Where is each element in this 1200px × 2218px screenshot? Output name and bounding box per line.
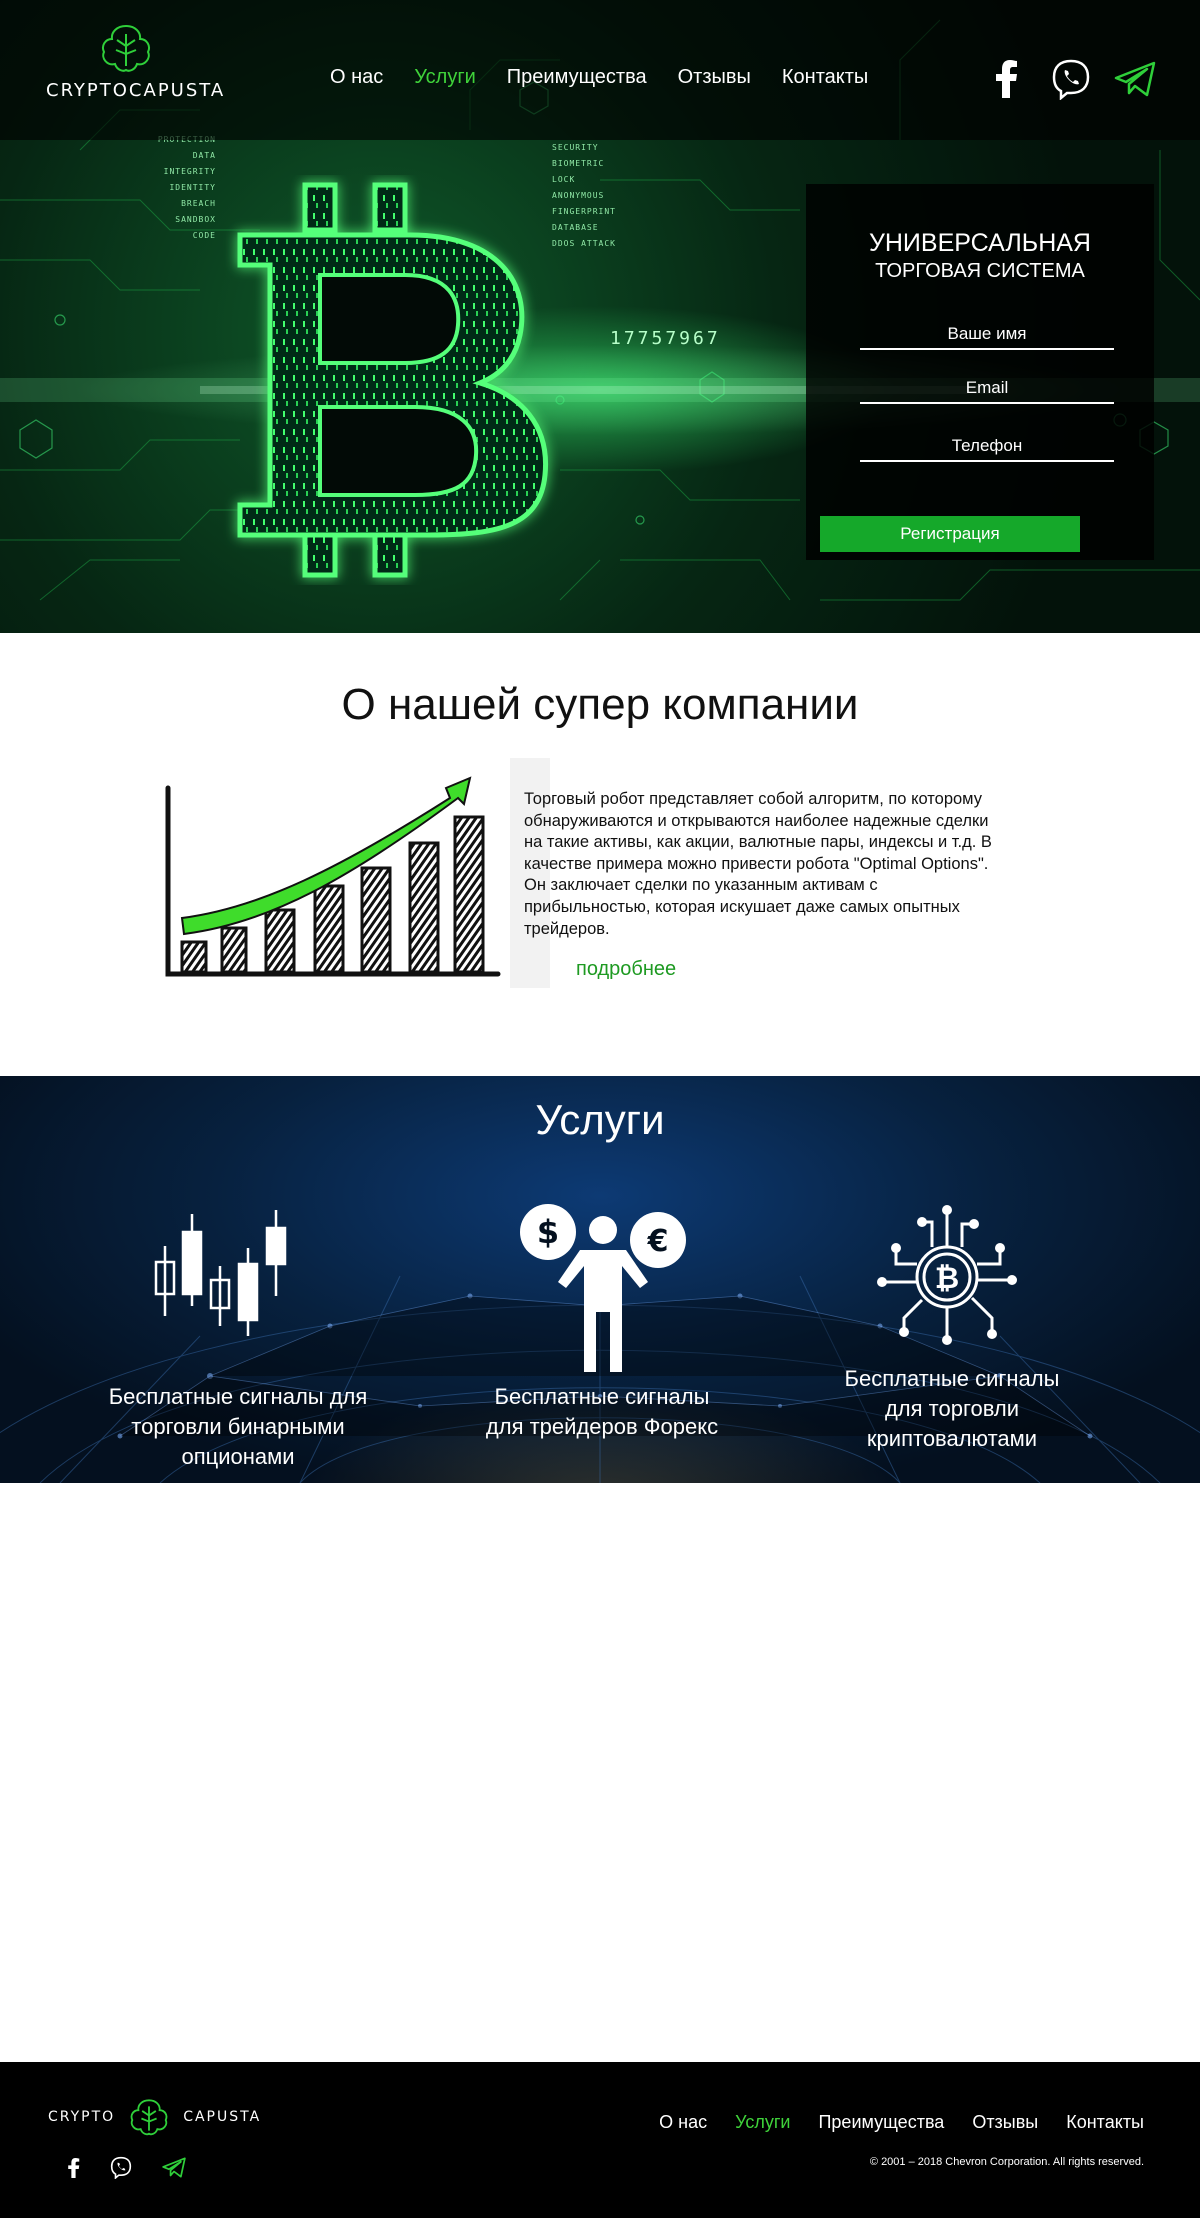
footer-logo[interactable]: CRYPTO CAPUSTA <box>48 2096 261 2138</box>
telegram-icon[interactable] <box>1114 58 1156 100</box>
service-text-line: криптовалютами <box>866 1426 1038 1451</box>
nav-item-advantages[interactable]: Преимущества <box>507 66 647 89</box>
footer-logo-text-left: CRYPTO <box>48 2109 116 2125</box>
hero-tag: DATA INTEGRITY <box>163 151 216 176</box>
logo-text: CRYPTOCAPUSTA <box>46 80 226 101</box>
viber-icon[interactable] <box>110 2156 132 2179</box>
footer-nav-item-services[interactable]: Услуги <box>735 2112 790 2133</box>
hero-tag: BIOMETRIC <box>552 159 605 168</box>
hero-tags-left: PROTECTION DATA INTEGRITY IDENTITY BREAC… <box>150 132 216 244</box>
nav-item-about[interactable]: О нас <box>330 66 383 89</box>
phone-input[interactable] <box>860 432 1114 462</box>
nav-item-services[interactable]: Услуги <box>414 66 476 89</box>
social-links <box>986 58 1156 100</box>
hero-section: PROTECTION DATA INTEGRITY IDENTITY BREAC… <box>0 0 1200 633</box>
cabbage-logo-icon <box>130 2099 168 2136</box>
footer-logo-text-right: CAPUSTA <box>183 2109 262 2125</box>
registration-subtitle: ТОРГОВАЯ СИСТЕМА <box>875 260 1085 282</box>
hero-tag: SANDBOX <box>175 215 216 224</box>
bitcoin-circuit-icon: ₿ <box>877 1205 1017 1345</box>
candlestick-chart-icon <box>154 1210 287 1336</box>
logo[interactable]: CRYPTOCAPUSTA <box>46 22 226 110</box>
service-item-forex: Бесплатные сигналы для трейдеров Форекс <box>452 1382 752 1442</box>
email-input[interactable] <box>860 374 1114 404</box>
service-text-line: для торговли <box>884 1396 1020 1421</box>
hero-tag: CODE <box>192 231 216 240</box>
cabbage-logo-icon <box>102 24 150 72</box>
service-text-line: опционами <box>181 1444 295 1469</box>
name-input[interactable] <box>860 320 1114 350</box>
svg-text:$: $ <box>537 1213 559 1251</box>
footer-nav-item-about[interactable]: О нас <box>659 2112 707 2133</box>
svg-text:₿: ₿ <box>935 1261 959 1296</box>
footer-nav: О нас Услуги Преимущества Отзывы Контакт… <box>631 2112 1144 2133</box>
service-text-line: для трейдеров Форекс <box>485 1414 719 1439</box>
services-title: Услуги <box>535 1096 665 1143</box>
service-text-line: торговли бинарными <box>131 1414 345 1439</box>
facebook-icon[interactable] <box>986 58 1028 100</box>
hero-tag: IDENTITY <box>169 183 216 192</box>
footer-nav-item-reviews[interactable]: Отзывы <box>972 2112 1038 2133</box>
hero-tag: BREACH <box>181 199 216 208</box>
footer-nav-item-advantages[interactable]: Преимущества <box>818 2112 944 2133</box>
nav-item-reviews[interactable]: Отзывы <box>678 66 751 89</box>
service-text-line: Бесплатные сигналы для <box>108 1384 368 1409</box>
viber-icon[interactable] <box>1050 58 1092 100</box>
about-title: О нашей супер компании <box>341 680 859 729</box>
service-text-line: Бесплатные сигналы <box>844 1366 1060 1391</box>
facebook-icon[interactable] <box>68 2157 80 2178</box>
nav-item-contacts[interactable]: Контакты <box>782 66 868 89</box>
registration-panel: УНИВЕРСАЛЬНАЯ ТОРГОВАЯ СИСТЕМА Регистрац… <box>806 184 1154 560</box>
hero-number: 17757967 <box>610 328 721 349</box>
forex-trader-icon: $ € <box>520 1204 686 1372</box>
footer: CRYPTO CAPUSTA О нас Услуги Преимущества… <box>0 2062 1200 2218</box>
growth-chart-illustration <box>165 758 550 988</box>
bitcoin-neon-icon <box>237 182 549 578</box>
main-nav: О нас Услуги Преимущества Отзывы Контакт… <box>330 66 899 89</box>
telegram-icon[interactable] <box>162 2157 186 2178</box>
service-item-crypto: Бесплатные сигналы для торговли криптова… <box>802 1364 1102 1454</box>
service-text-line: Бесплатные сигналы <box>494 1384 710 1409</box>
hero-tag: SECURITY <box>552 143 599 152</box>
about-text: Торговый робот представляет собой алгори… <box>524 790 992 938</box>
read-more-link[interactable]: подробнее <box>576 958 676 981</box>
register-button[interactable]: Регистрация <box>820 516 1080 552</box>
services-section: Услуги Бесплатные сигналы для торговли б… <box>0 1076 1200 1483</box>
svg-text:€: € <box>647 1224 669 1259</box>
top-navigation-bar: CRYPTOCAPUSTA О нас Услуги Преимущества … <box>0 0 1200 140</box>
copyright-text: © 2001 – 2018 Chevron Corporation. All r… <box>869 2156 1144 2168</box>
footer-social-links <box>68 2156 186 2179</box>
registration-title: УНИВЕРСАЛЬНАЯ <box>869 229 1091 257</box>
footer-nav-item-contacts[interactable]: Контакты <box>1066 2112 1144 2133</box>
service-item-binary: Бесплатные сигналы для торговли бинарным… <box>88 1382 388 1472</box>
